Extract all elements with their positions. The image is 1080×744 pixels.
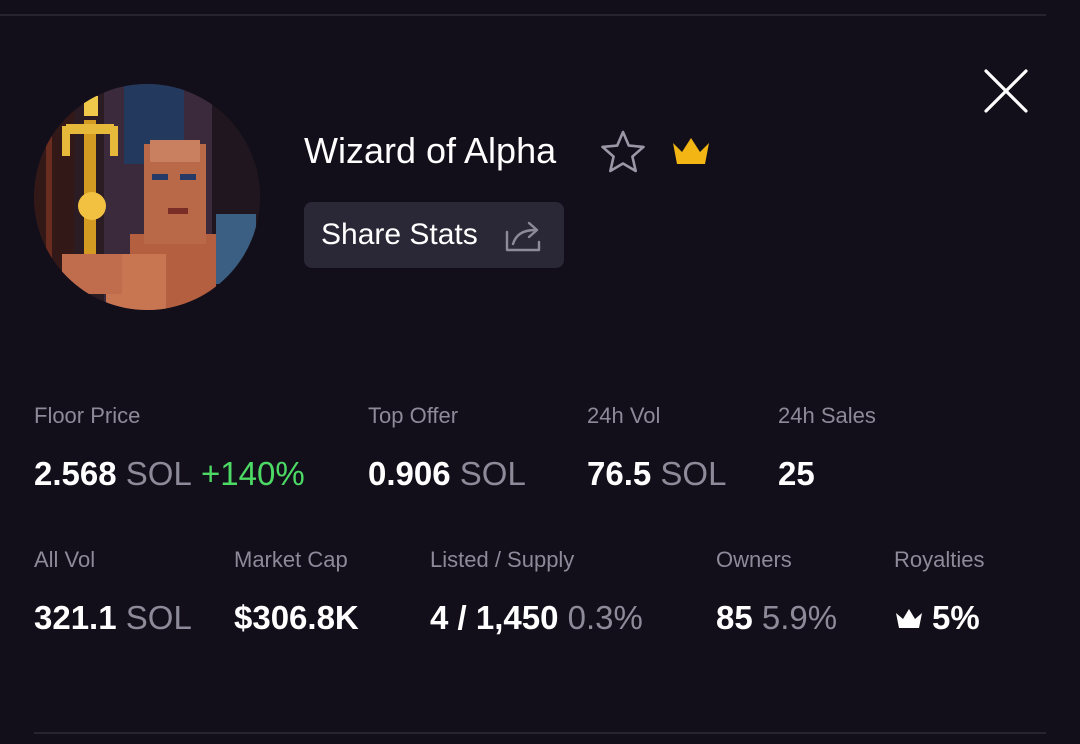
stat-top-offer: Top Offer 0.906 SOL [368,402,526,494]
stat-label: Market Cap [234,547,348,572]
owners-value: 85 [716,599,753,636]
stat-24h-sales: 24h Sales 25 [778,402,876,494]
stat-value: $306.8K [234,598,359,638]
stat-24h-vol: 24h Vol 76.5 SOL [587,402,726,494]
stat-value: 25 [778,454,876,494]
stat-floor-price: Floor Price 2.568 SOL +140% [34,402,305,494]
all-vol-value: 321.1 [34,599,117,636]
verified-crown-icon [670,134,712,168]
collection-title: Wizard of Alpha [304,130,557,171]
top-divider [0,14,1046,16]
stat-label: Floor Price [34,403,141,428]
sales-24h-value: 25 [778,455,815,492]
favorite-button[interactable] [598,128,648,176]
stat-value: 5% [894,598,984,638]
listed-supply-value: 4 / 1,450 [430,599,559,636]
floor-price-change: +140% [200,455,305,492]
share-stats-label: Share Stats [321,218,478,251]
stat-label: 24h Sales [778,403,876,428]
stat-royalties: Royalties 5% [894,546,984,638]
stat-label: Owners [716,547,792,572]
royalty-crown-icon [894,600,924,628]
royalties-value: 5% [932,599,980,636]
stat-market-cap: Market Cap $306.8K [234,546,359,638]
stat-label: All Vol [34,547,96,572]
stat-label: 24h Vol [587,403,661,428]
bottom-divider [34,732,1046,734]
collection-avatar [34,84,260,310]
market-cap-value: $306.8K [234,599,359,636]
stat-value: 85 5.9% [716,598,837,638]
floor-price-unit: SOL [125,455,192,492]
stat-owners: Owners 85 5.9% [716,546,837,638]
all-vol-unit: SOL [125,599,192,636]
owners-percent: 5.9% [761,599,838,636]
top-offer-value: 0.906 [368,455,451,492]
stat-listed-supply: Listed / Supply 4 / 1,450 0.3% [430,546,643,638]
stat-label: Listed / Supply [430,547,575,572]
vol-24h-value: 76.5 [587,455,652,492]
stat-value: 2.568 SOL +140% [34,454,305,494]
floor-price-value: 2.568 [34,455,117,492]
share-stats-button[interactable]: Share Stats [304,202,564,268]
listed-percent: 0.3% [567,599,643,636]
star-outline-icon [601,130,645,173]
stat-label: Top Offer [368,403,459,428]
share-arrow-icon [504,218,544,254]
top-offer-unit: SOL [459,455,526,492]
stat-value: 321.1 SOL [34,598,192,638]
stat-all-vol: All Vol 321.1 SOL [34,546,192,638]
close-icon [984,69,1028,113]
stat-label: Royalties [894,547,985,572]
close-button[interactable] [980,66,1032,118]
stat-value: 0.906 SOL [368,454,526,494]
stat-value: 4 / 1,450 0.3% [430,598,643,638]
vol-24h-unit: SOL [660,455,727,492]
stat-value: 76.5 SOL [587,454,726,494]
